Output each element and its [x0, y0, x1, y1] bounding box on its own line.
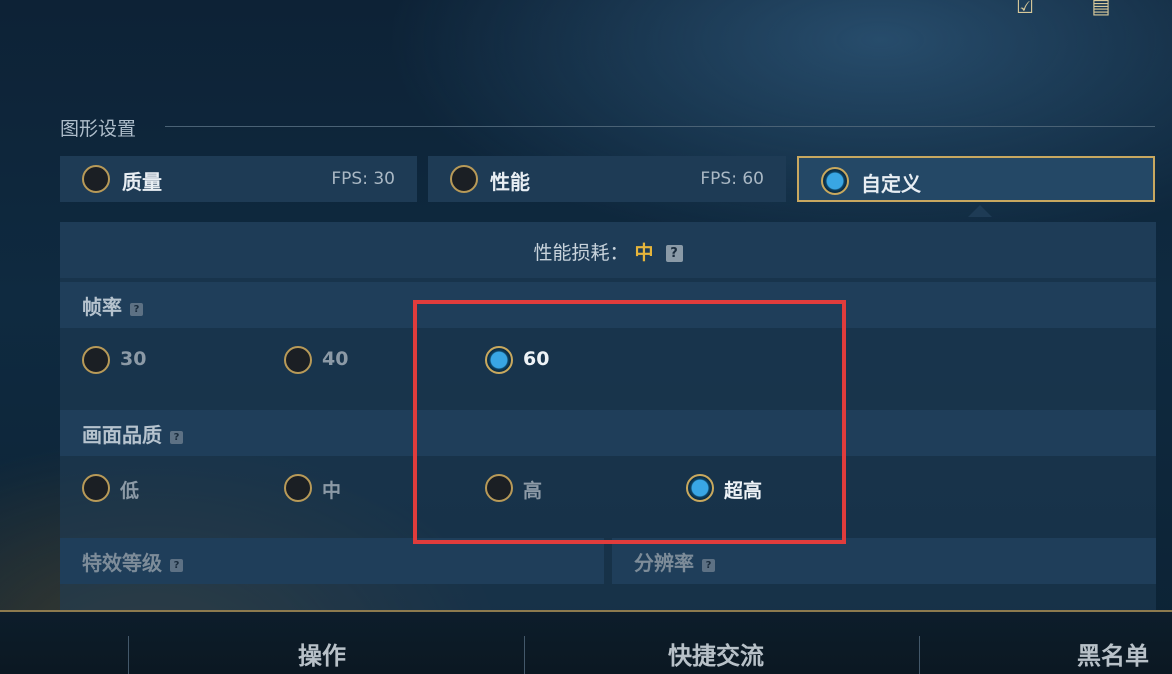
mode-quality[interactable]: 质量 FPS: 30 [60, 156, 417, 202]
radio-icon [450, 165, 478, 193]
mode-label: 性能 [490, 170, 530, 194]
mode-fps: FPS: 30 [331, 169, 395, 189]
section-title: 图形设置 [60, 118, 137, 140]
tab-controls[interactable]: 操作 [298, 636, 346, 671]
resolution-header: 分辨率? [612, 538, 1156, 584]
radio-selected-icon [821, 167, 849, 195]
mode-custom[interactable]: 自定义 [797, 156, 1155, 202]
chat-icon[interactable]: ▤ [1088, 0, 1114, 18]
radio-icon [82, 165, 110, 193]
frame-rate-title: 帧率 [82, 295, 122, 319]
tab-divider [524, 636, 525, 674]
mode-label: 质量 [122, 170, 162, 194]
performance-cost-row: 性能损耗：中? [60, 222, 1156, 278]
tab-quick-chat[interactable]: 快捷交流 [668, 636, 764, 671]
help-icon[interactable]: ? [702, 559, 715, 572]
mode-performance[interactable]: 性能 FPS: 60 [428, 156, 786, 202]
mode-label: 自定义 [861, 172, 921, 196]
quality-title: 画面品质 [82, 423, 162, 447]
section-divider [165, 126, 1155, 127]
effects-header: 特效等级? [60, 538, 604, 584]
help-icon[interactable]: ? [130, 303, 143, 316]
radio-icon [284, 474, 312, 502]
selection-pointer [968, 205, 992, 217]
help-icon[interactable]: ? [170, 431, 183, 444]
mode-fps: FPS: 60 [700, 169, 764, 189]
option-label: 中 [322, 480, 342, 502]
effects-title: 特效等级 [82, 551, 162, 575]
radio-icon [284, 346, 312, 374]
cost-value: 中 [634, 242, 654, 264]
option-label: 30 [120, 348, 147, 370]
tab-blacklist[interactable]: 黑名单 [1077, 636, 1149, 671]
bottom-tab-bar: 操作 快捷交流 黑名单 [0, 610, 1172, 674]
help-icon[interactable]: ? [665, 245, 683, 262]
checkbox-icon[interactable]: ☑ [1012, 0, 1038, 18]
option-label: 40 [322, 348, 349, 370]
radio-icon [82, 474, 110, 502]
help-icon[interactable]: ? [170, 559, 183, 572]
option-label: 低 [120, 480, 140, 502]
resolution-title: 分辨率 [634, 551, 694, 575]
tab-divider [919, 636, 920, 674]
cost-label: 性能损耗： [533, 242, 629, 264]
highlight-box [413, 300, 846, 544]
radio-icon [82, 346, 110, 374]
tab-divider [128, 636, 129, 674]
top-toolbar: ☑ ▤ [0, 0, 1172, 24]
